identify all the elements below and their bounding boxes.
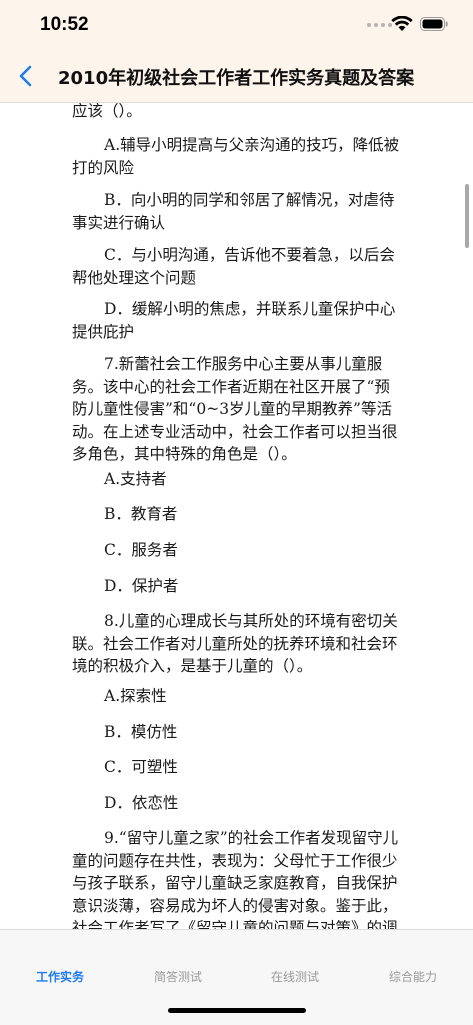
scroll-indicator[interactable] xyxy=(465,184,469,248)
question-6-option-c: C．与小明沟通，告诉他不要着急，以后会帮他处理这个问题 xyxy=(72,246,395,287)
question-8-option-a: A.探索性 xyxy=(104,687,167,705)
question-7-stem: 7.新蕾社会工作服务中心主要从事儿童服务。该中心的社会工作者近期在社区开展了“预… xyxy=(72,355,398,463)
article-content[interactable]: 应该（）。 A.辅导小明提高与父亲沟通的技巧，降低被打的风险 B．向小明的同学和… xyxy=(0,102,473,929)
tab-online-test[interactable]: 在线测试 xyxy=(271,968,319,985)
status-time: 10:52 xyxy=(40,14,89,35)
question-7-option-c: C．服务者 xyxy=(104,541,178,559)
question-8-option-b: B．模仿性 xyxy=(104,723,178,741)
question-7-option-b: B．教育者 xyxy=(104,505,178,523)
cellular-signal-icon xyxy=(367,23,392,27)
question-6-stem-tail: 应该（）。 xyxy=(72,102,142,120)
wifi-icon xyxy=(391,16,413,31)
tab-work-practice[interactable]: 工作实务 xyxy=(36,968,84,985)
question-6-option-d: D．缓解小明的焦虑，并联系儿童保护中心提供庇护 xyxy=(72,300,396,341)
question-9-stem: 9.“留守儿童之家”的社会工作者发现留守儿童的问题存在共性，表现为：父母忙于工作… xyxy=(72,829,399,929)
status-bar: 10:52 xyxy=(0,0,473,50)
question-7-option-a: A.支持者 xyxy=(104,470,167,488)
question-7-option-d: D．保护者 xyxy=(104,577,179,595)
home-indicator xyxy=(168,1008,306,1013)
battery-icon xyxy=(420,17,448,31)
question-8-option-c: C．可塑性 xyxy=(104,758,178,776)
page-title: 2010年初级社会工作者工作实务真题及答案 xyxy=(58,68,415,89)
tab-comprehensive-ability[interactable]: 综合能力 xyxy=(389,968,437,985)
question-6-option-b: B．向小明的同学和邻居了解情况，对虐待事实进行确认 xyxy=(72,191,395,232)
question-8-option-d: D．依恋性 xyxy=(104,794,179,812)
question-6-option-a: A.辅导小明提高与父亲沟通的技巧，降低被打的风险 xyxy=(72,136,400,177)
navigation-bar: 2010年初级社会工作者工作实务真题及答案 xyxy=(0,50,473,103)
back-button[interactable] xyxy=(8,58,42,94)
tab-short-answer-test[interactable]: 简答测试 xyxy=(154,968,202,985)
question-8-stem: 8.儿童的心理成长与其所处的环境有密切关联。社会工作者对儿童所处的抚养环境和社会… xyxy=(72,612,398,675)
chevron-left-icon xyxy=(19,65,32,87)
